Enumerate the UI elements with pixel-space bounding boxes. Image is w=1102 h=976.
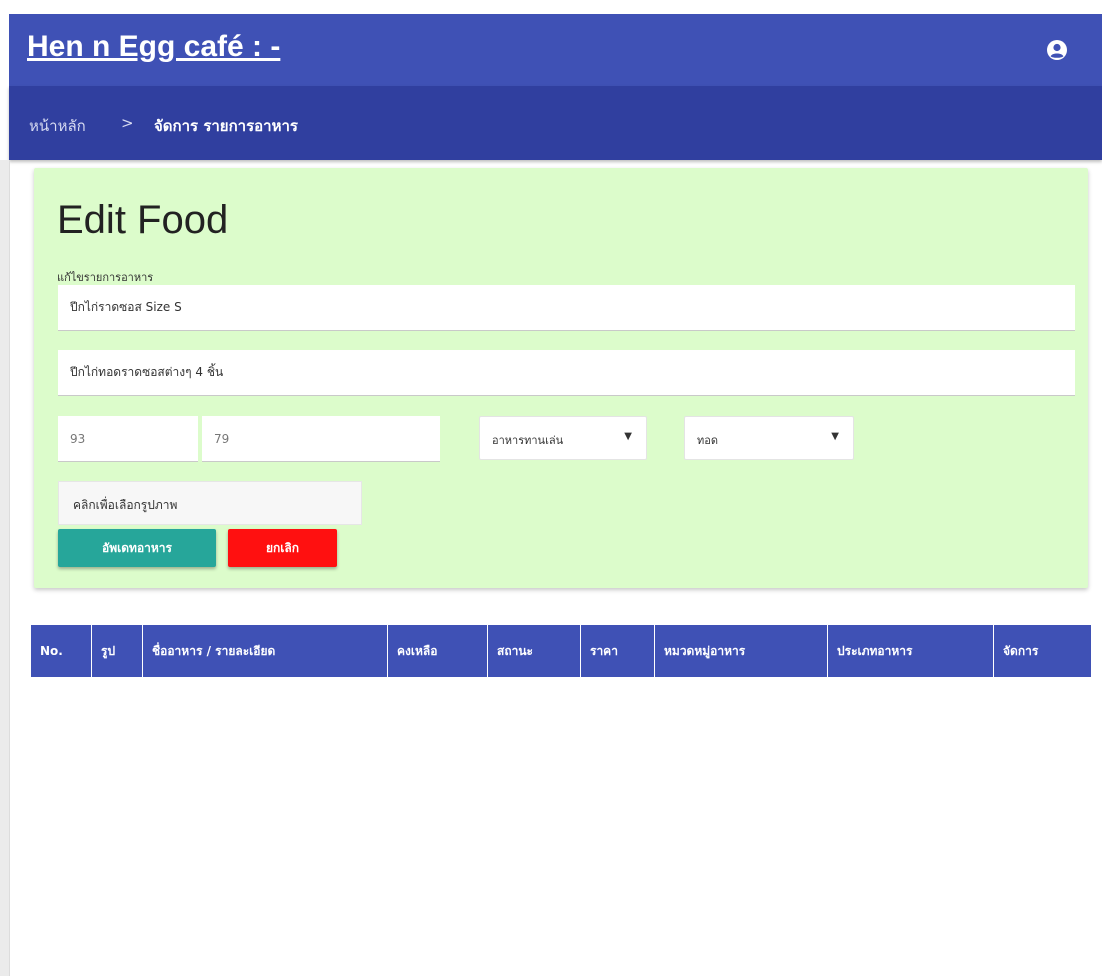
update-food-button[interactable]: อัพเดทอาหาร xyxy=(58,529,216,567)
image-picker[interactable]: คลิกเพื่อเลือกรูปภาพ xyxy=(58,481,362,525)
page-title: Edit Food xyxy=(57,198,229,242)
app-header: Hen n Egg café : - xyxy=(9,14,1102,86)
edit-food-card: Edit Food แก้ไขรายการอาหาร อาหารทานเล่น … xyxy=(34,168,1088,588)
user-circle-icon[interactable] xyxy=(1046,39,1068,61)
category-select[interactable]: อาหารทานเล่น ▼ xyxy=(479,416,647,460)
price-input[interactable] xyxy=(202,416,440,462)
top-strip xyxy=(0,0,1102,14)
dropdown-arrow-icon: ▼ xyxy=(831,431,839,442)
breadcrumb: หน้าหลัก > จัดการ รายการอาหาร xyxy=(9,86,1102,160)
breadcrumb-separator: > xyxy=(121,114,134,132)
left-edge-strip xyxy=(0,160,10,976)
column-header-name: ชื่ออาหาร / รายละเอียด xyxy=(143,625,388,677)
category-select-value: อาหารทานเล่น xyxy=(492,434,564,447)
field-caption: แก้ไขรายการอาหาร xyxy=(57,271,154,284)
app-root: Hen n Egg café : - หน้าหลัก > จัดการ ราย… xyxy=(0,0,1102,976)
column-header-image: รูป xyxy=(92,625,143,677)
stock-input[interactable] xyxy=(58,416,198,462)
food-type-select-value: ทอด xyxy=(697,434,719,447)
column-header-no: No. xyxy=(31,625,92,677)
food-table-header: No. รูป ชื่ออาหาร / รายละเอียด คงเหลือ ส… xyxy=(31,625,1091,677)
column-header-price: ราคา xyxy=(581,625,655,677)
column-header-status: สถานะ xyxy=(488,625,581,677)
column-header-stock: คงเหลือ xyxy=(388,625,488,677)
column-header-type: ประเภทอาหาร xyxy=(828,625,994,677)
image-picker-label: คลิกเพื่อเลือกรูปภาพ xyxy=(73,498,178,512)
breadcrumb-current: จัดการ รายการอาหาร xyxy=(154,117,298,135)
column-header-actions: จัดการ xyxy=(1003,644,1039,658)
food-type-select[interactable]: ทอด ▼ xyxy=(684,416,854,460)
breadcrumb-home[interactable]: หน้าหลัก xyxy=(29,114,86,138)
food-name-input[interactable] xyxy=(58,285,1075,331)
food-description-input[interactable] xyxy=(58,350,1075,396)
column-header-category: หมวดหมู่อาหาร xyxy=(655,625,828,677)
brand-link[interactable]: Hen n Egg café : - xyxy=(27,30,280,64)
cancel-button[interactable]: ยกเลิก xyxy=(228,529,337,567)
dropdown-arrow-icon: ▼ xyxy=(624,431,632,442)
